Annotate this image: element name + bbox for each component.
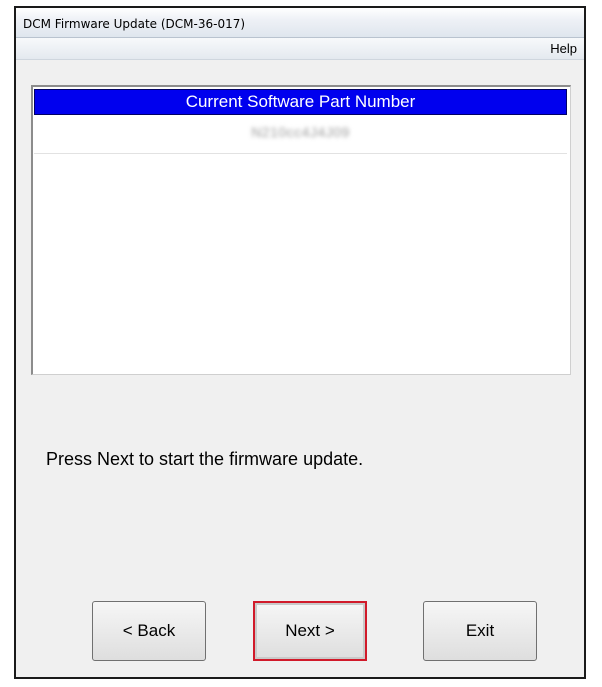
software-part-number-list[interactable]: Current Software Part Number N210cc4J4J0… <box>31 85 571 375</box>
menu-bar: Help <box>16 38 584 60</box>
exit-button[interactable]: Exit <box>423 601 537 661</box>
back-button[interactable]: < Back <box>92 601 206 661</box>
firmware-update-window: DCM Firmware Update (DCM-36-017) Help Cu… <box>14 6 586 679</box>
instruction-message: Press Next to start the firmware update. <box>46 449 364 469</box>
column-header-current-software-part-number: Current Software Part Number <box>34 89 567 115</box>
table-row[interactable]: N210cc4J4J09 <box>34 117 567 154</box>
software-part-number-value: N210cc4J4J09 <box>251 124 350 140</box>
next-button[interactable]: Next > <box>253 601 367 661</box>
title-bar[interactable]: DCM Firmware Update (DCM-36-017) <box>16 8 584 38</box>
menu-help[interactable]: Help <box>547 41 580 56</box>
window-title: DCM Firmware Update (DCM-36-017) <box>23 17 246 31</box>
